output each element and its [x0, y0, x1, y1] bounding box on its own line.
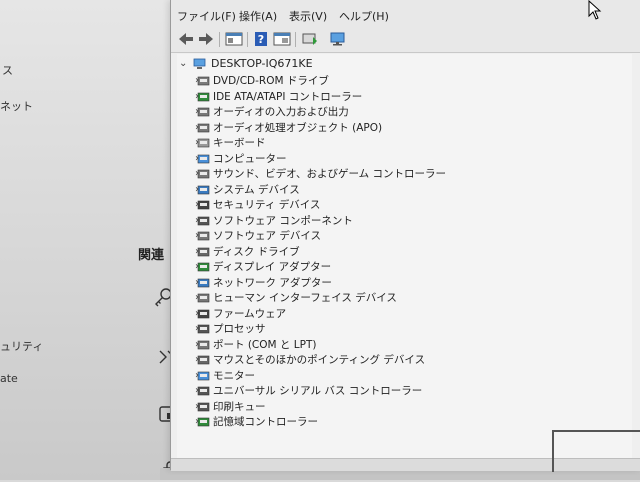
mouse-icon — [197, 355, 210, 365]
tree-item-label: ディスク ドライブ — [213, 245, 300, 258]
security-device-icon — [197, 200, 210, 210]
tree-item-label: 印刷キュー — [213, 400, 266, 413]
related-heading: 関連 — [138, 248, 165, 263]
print-queue-icon — [197, 402, 210, 411]
tree-item-label: オーディオ処理オブジェクト (APO) — [213, 121, 383, 134]
device-manager-window: ファイル(F) 操作(A) 表示(V) ヘルプ(H) ? ⌄ DESKTOP-I… — [170, 0, 640, 471]
storage-controller-icon — [197, 417, 210, 427]
menu-file[interactable]: ファイル(F) — [177, 8, 236, 24]
tree-item-label: マウスとそのほかのポインティング デバイス — [213, 354, 426, 366]
menu-view[interactable]: 表示(V) — [289, 8, 327, 24]
port-icon — [197, 340, 210, 349]
scan-hardware-icon[interactable] — [329, 31, 347, 47]
software-component-icon — [197, 216, 210, 225]
mouse-cursor-icon — [588, 0, 602, 20]
firmware-icon — [197, 309, 210, 318]
update-driver-icon[interactable] — [301, 31, 319, 47]
tree-item-label: ソフトウェア デバイス — [213, 230, 322, 242]
tree-item-label: オーディオの入力および出力 — [213, 106, 349, 118]
computer-icon — [197, 154, 210, 163]
display-adapter-icon — [197, 262, 210, 272]
menu-action[interactable]: 操作(A) — [239, 8, 277, 24]
usb-icon — [197, 386, 210, 396]
tree-item-label: ファームウェア — [213, 307, 287, 320]
tree-item-label: サウンド、ビデオ、およびゲーム コントローラー — [213, 168, 446, 180]
tree-item-label: プロセッサ — [213, 323, 266, 335]
tree-item-label: DVD/CD-ROM ドライブ — [213, 75, 329, 87]
tree-item-label: ディスプレイ アダプター — [213, 261, 332, 273]
sound-icon — [197, 169, 210, 179]
tree-item-label: セキュリティ デバイス — [213, 199, 321, 211]
tree-root-label: DESKTOP-IQ671KE — [211, 57, 313, 70]
show-hide-pane-icon[interactable] — [273, 31, 291, 47]
hid-icon — [197, 293, 210, 303]
help-icon[interactable]: ? — [253, 31, 271, 47]
back-icon[interactable] — [177, 31, 195, 47]
tree-item-label: キーボード — [213, 137, 266, 149]
chevron-down-icon[interactable]: ⌄ — [179, 58, 189, 69]
tree-item-label: ヒューマン インターフェイス デバイス — [213, 292, 397, 304]
processor-icon — [197, 324, 210, 334]
bg-fragment-1: ス — [2, 64, 13, 77]
toolbar-separator — [247, 32, 248, 47]
toolbar-separator — [295, 32, 296, 47]
network-adapter-icon — [197, 278, 210, 287]
tree-item-label: コンピューター — [213, 152, 287, 165]
svg-text:?: ? — [258, 33, 264, 46]
disk-drive-icon — [197, 247, 210, 256]
tree-item-label: IDE ATA/ATAPI コントローラー — [213, 90, 363, 103]
system-device-icon — [197, 185, 210, 194]
keyboard-icon — [197, 138, 210, 148]
toolbar: ? — [171, 28, 640, 53]
tree-item-label: ネットワーク アダプター — [213, 276, 332, 289]
audio-apo-icon — [197, 123, 210, 132]
ide-controller-icon — [197, 92, 210, 101]
bg-fragment-2: ネット — [0, 100, 33, 113]
tree-item-label: ソフトウェア コンポーネント — [213, 214, 353, 227]
bg-fragment-4: ate — [0, 372, 18, 385]
toolbar-separator — [219, 32, 220, 47]
menu-bar: ファイル(F) 操作(A) 表示(V) ヘルプ(H) — [171, 0, 640, 28]
window-edge — [552, 430, 640, 472]
bg-fragment-3: ュリティ — [0, 340, 44, 353]
properties-window-icon[interactable] — [225, 31, 243, 47]
forward-icon[interactable] — [197, 31, 215, 47]
tree-item-label: システム デバイス — [213, 183, 300, 196]
tree-item-label: ポート (COM と LPT) — [213, 338, 317, 351]
software-device-icon — [197, 231, 210, 241]
tree-item-label: モニター — [213, 369, 255, 382]
audio-io-icon — [197, 107, 210, 117]
device-tree: ⌄ DESKTOP-IQ671KE › DVD/CD-ROM ドライブ › IDE A… — [177, 54, 632, 470]
monitor-icon — [197, 371, 210, 380]
computer-root-icon — [193, 58, 206, 69]
dvd-icon — [197, 76, 210, 86]
tree-item-label: ユニバーサル シリアル バス コントローラー — [213, 385, 423, 397]
tree-item-label: 記憶域コントローラー — [213, 416, 318, 428]
menu-help[interactable]: ヘルプ(H) — [339, 8, 389, 24]
